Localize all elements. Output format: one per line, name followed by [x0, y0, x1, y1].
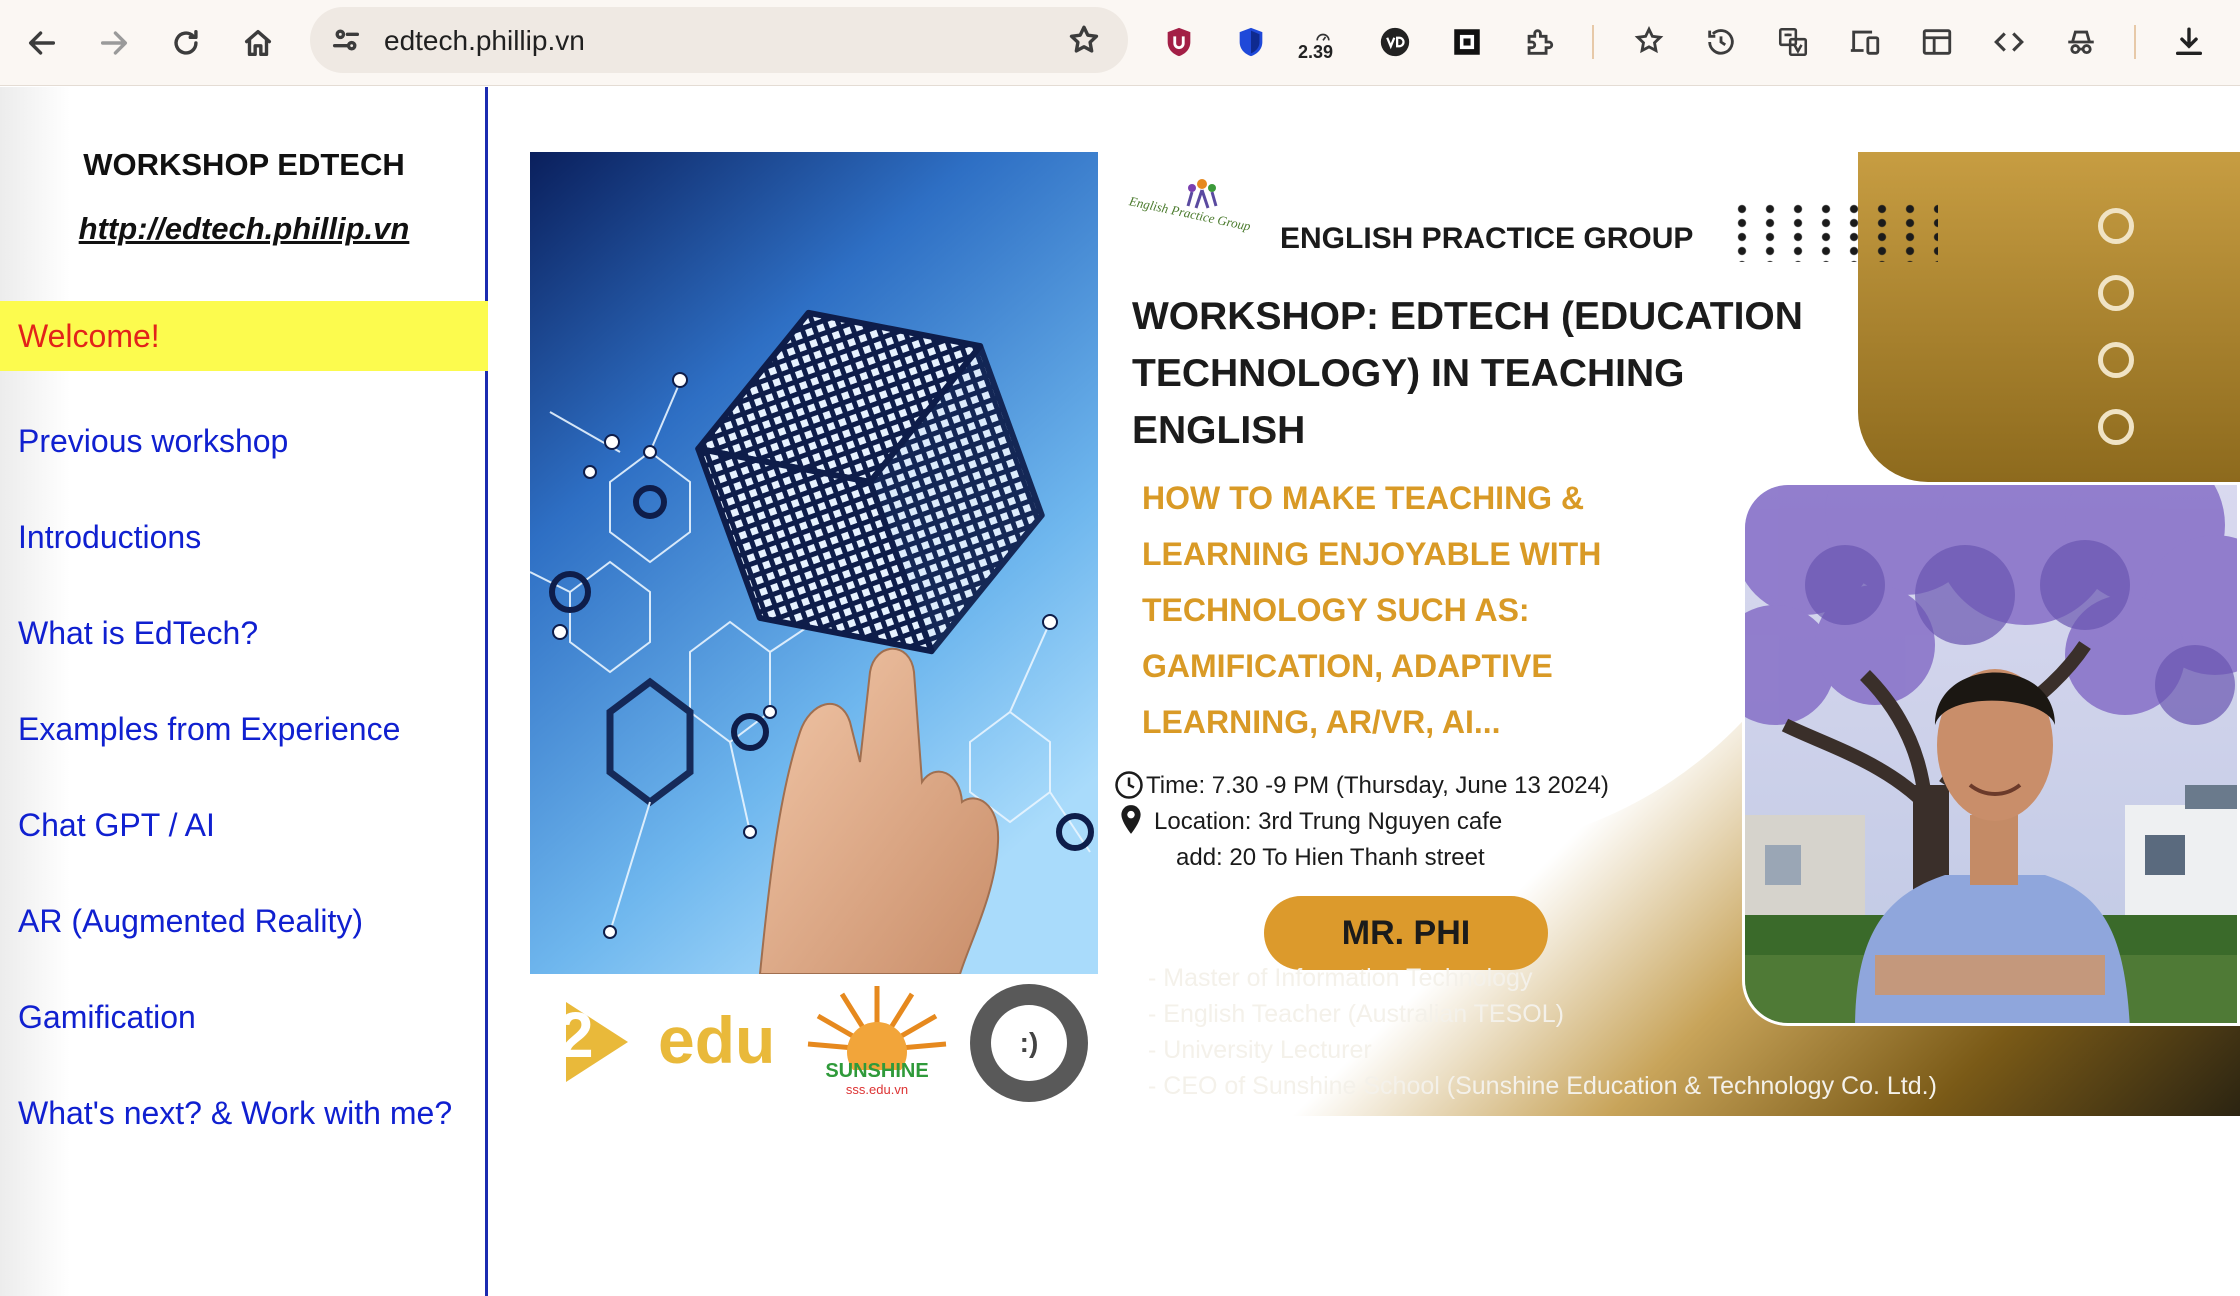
- nav-item-whats-next[interactable]: What's next? & Work with me?: [0, 1078, 488, 1148]
- speaker-photo: [1742, 482, 2240, 1026]
- sidebar: WORKSHOP EDTECH http://edtech.phillip.vn…: [0, 87, 488, 1296]
- sunshine-logo-url: sss.edu.vn: [845, 1082, 909, 1097]
- ublock-shield-icon: [1167, 27, 1191, 57]
- speaker-photo-svg: [1745, 485, 2237, 1023]
- history-icon: [1708, 29, 1734, 55]
- speaker-credential-4: - CEO of Sunshine School (Sunshine Educa…: [1148, 1072, 1937, 1100]
- speaker-credential-1: - Master of Information Technology: [1148, 964, 1533, 992]
- decor-circle-4: [2098, 409, 2134, 445]
- toolbar-divider-2: [2134, 25, 2136, 59]
- url-text: edtech.phillip.vn: [384, 25, 585, 56]
- forward-button[interactable]: [90, 19, 138, 67]
- home-button[interactable]: [234, 19, 282, 67]
- address-bar[interactable]: edtech.phillip.vn: [310, 7, 1128, 73]
- toolbar-divider: [1592, 25, 1594, 59]
- incognito-icon: [2068, 30, 2094, 55]
- translate-icon: [1778, 27, 1808, 57]
- site-info-button[interactable]: [322, 16, 370, 64]
- cube-illustration-svg: [530, 152, 1098, 975]
- nav-item-welcome[interactable]: Welcome!: [0, 301, 488, 371]
- location-pin-icon: [1121, 805, 1141, 834]
- partner-logos-bar: 2 edu SUNSHINE sss.edu.vn :): [530, 974, 1098, 1116]
- devices-icon: [1850, 30, 1880, 55]
- edu-arrow-logo: 2: [558, 992, 668, 1092]
- group-name: ENGLISH PRACTICE GROUP: [1280, 222, 1694, 255]
- p-logo-glyph: :): [991, 1005, 1067, 1081]
- reload-icon: [174, 29, 198, 55]
- decor-circle-1: [2098, 208, 2134, 244]
- workshop-subtitle: HOW TO MAKE TEACHING & LEARNING ENJOYABL…: [1142, 480, 1602, 740]
- edu-number: 2: [558, 999, 594, 1071]
- history-button[interactable]: [1696, 17, 1746, 67]
- back-button[interactable]: [18, 19, 66, 67]
- reload-button[interactable]: [162, 19, 210, 67]
- nav-item-what-is-edtech[interactable]: What is EdTech?: [0, 598, 488, 668]
- vd-circle-icon: [1380, 27, 1410, 57]
- bookmark-star-button[interactable]: [1060, 16, 1108, 64]
- devices-button[interactable]: [1840, 17, 1890, 67]
- nav-item-chatgpt-ai[interactable]: Chat GPT / AI: [0, 790, 488, 860]
- workshop-banner: 2 edu SUNSHINE sss.edu.vn :) English Pra…: [530, 152, 2240, 1116]
- site-url-link[interactable]: http://edtech.phillip.vn: [0, 211, 488, 247]
- ublock-extension-button[interactable]: [1154, 17, 1204, 67]
- p-circle-logo: :): [970, 984, 1088, 1102]
- square-extension-button[interactable]: [1442, 17, 1492, 67]
- decor-circle-2: [2098, 275, 2134, 311]
- event-address: add: 20 To Hien Thanh street: [1176, 844, 1485, 871]
- workshop-title: WORKSHOP: EDTECH (EDUCATION TECHNOLOGY) …: [1132, 295, 1803, 452]
- decor-circle-3: [2098, 342, 2134, 378]
- home-icon: [244, 29, 272, 57]
- back-arrow-icon: [28, 31, 56, 55]
- nav-item-previous-workshop[interactable]: Previous workshop: [0, 406, 488, 476]
- event-location: Location: 3rd Trung Nguyen cafe: [1154, 808, 1503, 835]
- nav-item-introductions[interactable]: Introductions: [0, 502, 488, 572]
- downloads-button[interactable]: [2164, 17, 2214, 67]
- vd-extension-button[interactable]: [1370, 17, 1420, 67]
- sunshine-logo: SUNSHINE sss.edu.vn: [802, 980, 952, 1110]
- decor-dot-grid: [1728, 202, 1938, 262]
- nav-item-examples[interactable]: Examples from Experience: [0, 694, 488, 764]
- nav-item-gamification[interactable]: Gamification: [0, 982, 488, 1052]
- sunshine-logo-text: SUNSHINE: [825, 1060, 929, 1082]
- dev-tools-button[interactable]: [1984, 17, 2034, 67]
- cube-hand-illustration: 2 edu SUNSHINE sss.edu.vn :): [530, 152, 1098, 1116]
- framed-square-icon: [1454, 29, 1480, 55]
- sun-rays-icon: [807, 986, 947, 1082]
- layout-icon: [1922, 29, 1952, 55]
- blue-shield-icon: [1239, 27, 1263, 57]
- download-icon: [2175, 27, 2203, 56]
- speaker-credential-2: - English Teacher (Australian TESOL): [1148, 1000, 1564, 1028]
- tune-icon: [332, 29, 360, 51]
- extensions-button[interactable]: [1514, 17, 1564, 67]
- bitwarden-extension-button[interactable]: [1226, 17, 1276, 67]
- nav-item-ar[interactable]: AR (Augmented Reality): [0, 886, 488, 956]
- site-title: WORKSHOP EDTECH: [83, 147, 405, 182]
- event-time: Time: 7.30 -9 PM (Thursday, June 13 2024…: [1146, 772, 1609, 799]
- star-list-icon: [1634, 25, 1664, 54]
- puzzle-icon: [1527, 29, 1554, 55]
- translate-button[interactable]: [1768, 17, 1818, 67]
- speaker-credential-3: - University Lecturer: [1148, 1036, 1372, 1064]
- browser-toolbar: edtech.phillip.vn 2.39: [0, 0, 2240, 86]
- tab-layout-button[interactable]: [1912, 17, 1962, 67]
- bookmarks-button[interactable]: [1624, 17, 1674, 67]
- clock-icon: [1115, 771, 1143, 799]
- forward-arrow-icon: [100, 31, 128, 55]
- star-icon: [1069, 25, 1099, 53]
- code-icon: [1994, 32, 2024, 52]
- speed-counter: 2.39: [1298, 42, 1334, 62]
- incognito-button[interactable]: [2056, 17, 2106, 67]
- edu-logo-text: edu: [658, 1003, 776, 1077]
- speaker-name-pill: MR. PHI: [1264, 896, 1548, 970]
